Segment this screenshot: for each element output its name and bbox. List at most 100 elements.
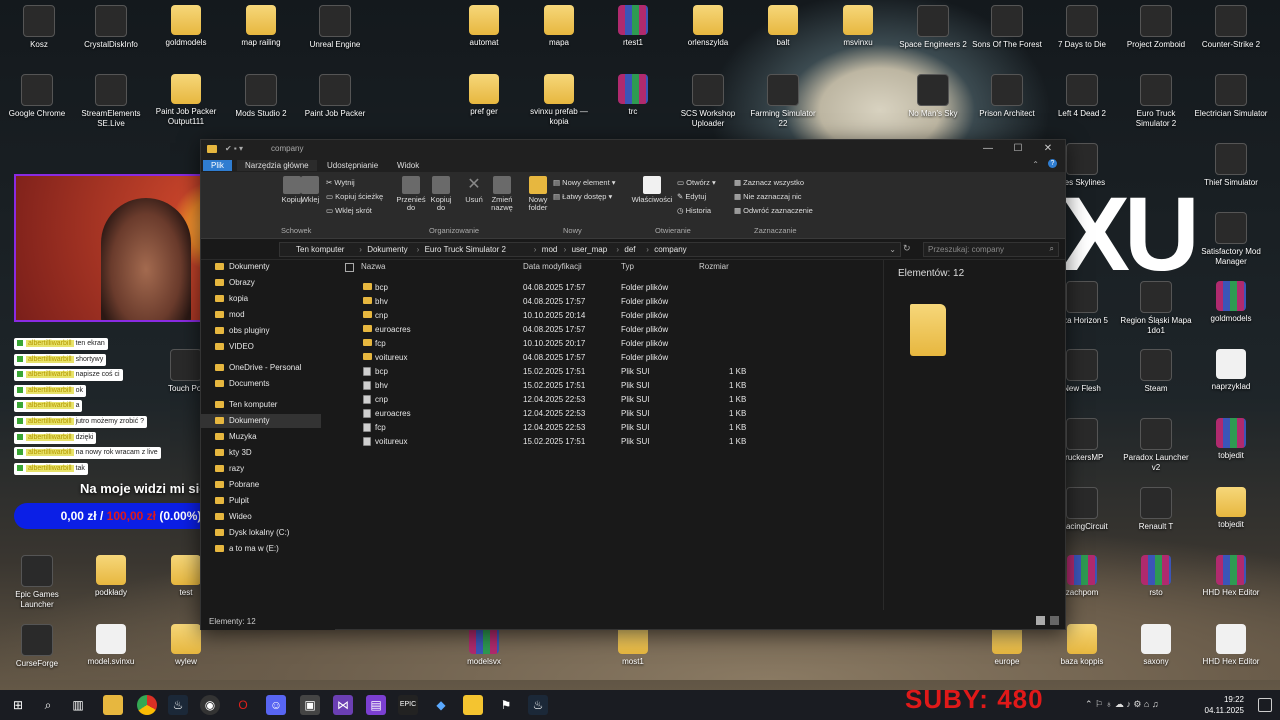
tiles-view-icon[interactable] <box>1050 616 1059 625</box>
breadcrumb-item[interactable]: company <box>654 245 686 254</box>
desktop-icon[interactable]: CrystalDiskInfo <box>74 5 148 50</box>
desktop-icon[interactable]: europe <box>970 624 1044 667</box>
chevron-right-icon[interactable]: › <box>564 245 567 254</box>
delete-button[interactable]: ✕ Usuń <box>459 176 489 204</box>
desktop-icon[interactable]: mapa <box>522 5 596 48</box>
table-row[interactable]: cnp 10.10.2025 20:14 Folder plików <box>341 308 881 322</box>
desktop-icon[interactable]: Steam <box>1119 349 1193 394</box>
close-button[interactable]: ✕ <box>1033 142 1063 156</box>
chevron-right-icon[interactable]: › <box>646 245 649 254</box>
desktop-icon[interactable]: Sons Of The Forest <box>970 5 1044 50</box>
clock[interactable]: 19:22 04.11.2025 <box>1205 694 1244 716</box>
history-button[interactable]: ◷ Historia <box>677 206 711 215</box>
desktop-icon[interactable]: modelsvx <box>447 624 521 667</box>
obs-icon[interactable]: ◉ <box>200 695 220 715</box>
desktop-icon[interactable]: pref ger <box>447 74 521 117</box>
desktop-icon[interactable]: Left 4 Dead 2 <box>1045 74 1119 119</box>
breadcrumb-item[interactable]: mod <box>542 245 558 254</box>
desktop-icon[interactable]: Paint Job Packer <box>298 74 372 119</box>
start-button[interactable]: ⊞ <box>8 695 28 715</box>
desktop-icon[interactable]: Paint Job Packer Output111 <box>149 74 223 127</box>
desktop-icon[interactable]: map railing <box>224 5 298 48</box>
copy-to-button[interactable]: Kopiuj do <box>426 176 456 212</box>
table-row[interactable]: bhv 04.08.2025 17:57 Folder plików <box>341 294 881 308</box>
desktop-icon[interactable]: HHD Hex Editor <box>1194 624 1268 667</box>
chevron-down-icon[interactable]: ⌄ <box>889 245 896 254</box>
properties-button[interactable]: Właściwości <box>631 176 673 204</box>
nav-item[interactable]: obs pluginy <box>215 324 269 338</box>
nav-item[interactable]: Muzyka <box>215 430 257 444</box>
game-icon[interactable]: ▣ <box>300 695 320 715</box>
unity-icon[interactable]: ⚑ <box>496 695 516 715</box>
desktop-icon[interactable]: Space Engineers 2 <box>896 5 970 50</box>
nav-item[interactable]: Pulpit <box>215 494 249 508</box>
system-tray[interactable]: ⌃ ⚐ ♁ ☁ ♪ ⚙ ⌂ ♫ <box>1085 699 1159 710</box>
desktop-icon[interactable]: Satisfactory Mod Manager <box>1194 212 1268 267</box>
table-row[interactable]: fcp 10.10.2025 20:17 Folder plików <box>341 336 881 350</box>
opera-icon[interactable]: O <box>233 695 253 715</box>
nav-item[interactable]: mod <box>215 308 245 322</box>
chevron-right-icon[interactable]: › <box>534 245 537 254</box>
nav-item[interactable]: OneDrive - Personal <box>215 361 301 375</box>
column-type[interactable]: Typ <box>621 262 634 271</box>
table-row[interactable]: voitureux 04.08.2025 17:57 Folder plików <box>341 350 881 364</box>
maximize-button[interactable]: ☐ <box>1003 142 1033 156</box>
desktop-icon[interactable]: Kosz <box>2 5 76 50</box>
table-row[interactable]: fcp 12.04.2025 22:53 Plik SUI 1 KB <box>341 420 881 434</box>
desktop-icon[interactable]: wylew <box>149 624 223 667</box>
visual-studio-icon[interactable]: ⋈ <box>333 695 353 715</box>
desktop-icon[interactable]: podkłady <box>74 555 148 598</box>
chevron-right-icon[interactable]: › <box>616 245 619 254</box>
nav-item[interactable]: razy <box>215 462 244 476</box>
desktop-icon[interactable]: Paradox Launcher v2 <box>1119 418 1193 473</box>
breadcrumb-item[interactable]: def <box>624 245 635 254</box>
desktop-icon[interactable]: Electrician Simulator <box>1194 74 1268 119</box>
table-row[interactable]: euroacres 12.04.2025 22:53 Plik SUI 1 KB <box>341 406 881 420</box>
column-date[interactable]: Data modyfikacji <box>523 262 582 271</box>
search-icon[interactable]: ⌕ <box>38 695 58 715</box>
nav-item[interactable]: Ten komputer <box>215 398 277 412</box>
desktop-icon[interactable]: Project Zomboid <box>1119 5 1193 50</box>
desktop-icon[interactable]: Google Chrome <box>0 74 74 119</box>
desktop-icon[interactable]: SCS Workshop Uploader <box>671 74 745 129</box>
desktop-icon[interactable]: tobjedit <box>1194 418 1268 461</box>
desktop-icon[interactable]: Prison Architect <box>970 74 1044 119</box>
desktop-icon[interactable]: Epic Games Launcher <box>0 555 74 610</box>
table-row[interactable]: bcp 04.08.2025 17:57 Folder plików <box>341 280 881 294</box>
desktop-icon[interactable]: 7 Days to Die <box>1045 5 1119 50</box>
desktop-icon[interactable]: model.svinxu <box>74 624 148 667</box>
desktop-icon[interactable]: automat <box>447 5 521 48</box>
chevron-up-icon[interactable]: ⌃ <box>1032 160 1039 169</box>
tab-view[interactable]: Widok <box>389 160 427 171</box>
rename-button[interactable]: Zmień nazwę <box>487 176 517 212</box>
steam-icon[interactable]: ♨ <box>168 695 188 715</box>
desktop-icon[interactable]: Region Śląski Mapa 1do1 <box>1119 281 1193 336</box>
new-folder-button[interactable]: Nowy folder <box>523 176 553 212</box>
nav-item[interactable]: a to ma w (E:) <box>215 542 279 556</box>
paste-shortcut-button[interactable]: ▭ Wklej skrót <box>326 206 372 215</box>
desktop-icon[interactable]: Farming Simulator 22 <box>746 74 820 129</box>
chrome-icon[interactable] <box>137 695 157 715</box>
desktop-icon[interactable]: balt <box>746 5 820 48</box>
desktop-icon[interactable]: most1 <box>596 624 670 667</box>
desktop-icon[interactable]: Renault T <box>1119 487 1193 532</box>
breadcrumb-item[interactable]: Ten komputer <box>296 245 344 254</box>
breadcrumb-item[interactable]: Euro Truck Simulator 2 <box>425 245 506 254</box>
chevron-right-icon[interactable]: › <box>417 245 420 254</box>
nav-item[interactable]: VIDEO <box>215 340 254 354</box>
help-icon[interactable]: ? <box>1048 159 1057 168</box>
select-all-button[interactable]: ▦ Zaznacz wszystko <box>734 178 804 187</box>
desktop-icon[interactable]: saxony <box>1119 624 1193 667</box>
table-row[interactable]: euroacres 04.08.2025 17:57 Folder plików <box>341 322 881 336</box>
desktop-icon[interactable]: orlenszylda <box>671 5 745 48</box>
tab-file[interactable]: Plik <box>203 160 232 171</box>
select-all-checkbox[interactable] <box>345 263 354 272</box>
invert-selection-button[interactable]: ▦ Odwróć zaznaczenie <box>734 206 813 215</box>
chevron-right-icon[interactable]: › <box>359 245 362 254</box>
table-row[interactable]: voitureux 15.02.2025 17:51 Plik SUI 1 KB <box>341 434 881 448</box>
desktop-icon[interactable]: Unreal Engine <box>298 5 372 50</box>
sticky-icon[interactable] <box>463 695 483 715</box>
epic-icon[interactable]: EPIC <box>398 695 418 715</box>
quick-access-toolbar[interactable]: ✔ ▪ ▾ <box>225 144 243 153</box>
table-row[interactable]: bhv 15.02.2025 17:51 Plik SUI 1 KB <box>341 378 881 392</box>
